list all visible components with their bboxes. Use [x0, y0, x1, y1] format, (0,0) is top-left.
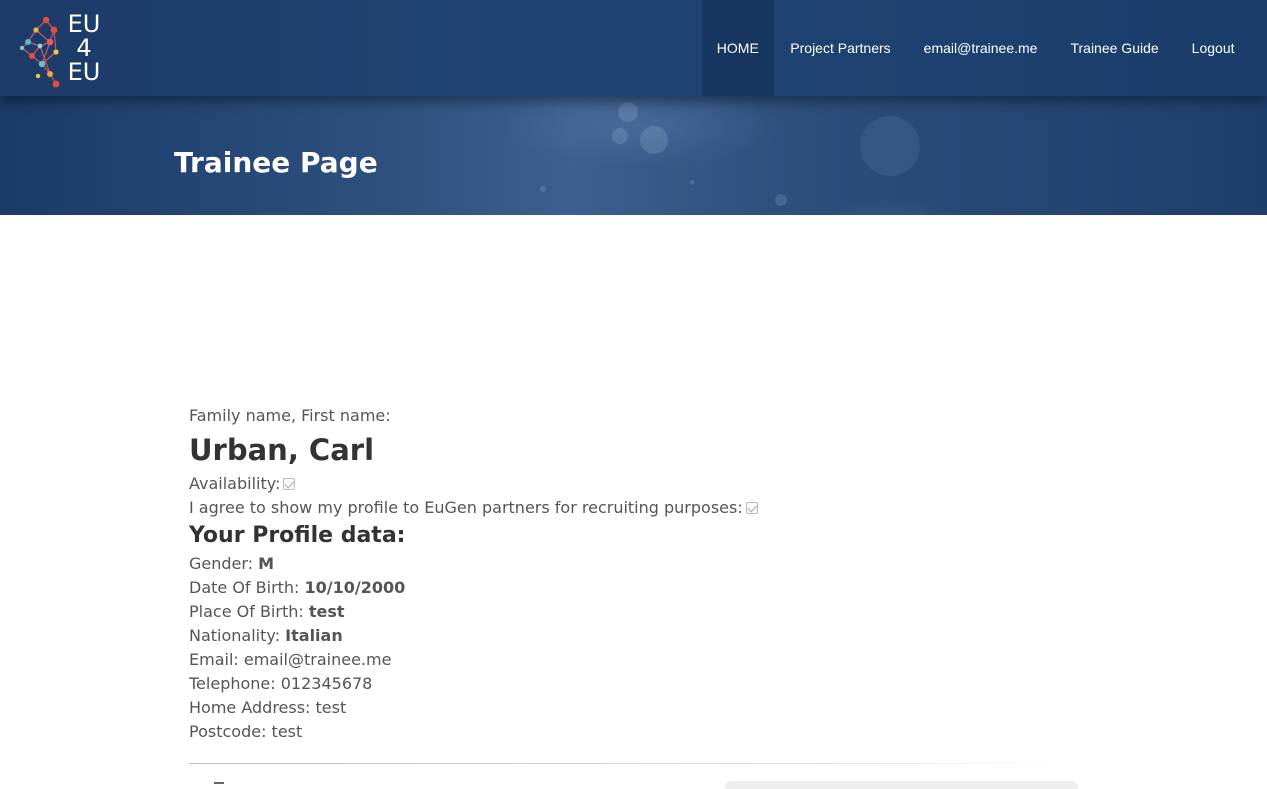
field-value: test [308, 602, 345, 621]
profile-section-title: Your Profile data: [189, 523, 406, 548]
field-value: test [315, 698, 347, 717]
field-place-of-birth: Place Of Birth: test [189, 600, 1089, 624]
bokeh-light [540, 186, 546, 192]
logo-line-2: 4 [76, 34, 92, 62]
bokeh-light [618, 102, 638, 122]
field-label: Gender: [189, 554, 259, 573]
consent-checkbox[interactable] [745, 502, 758, 514]
consent-row: I agree to show my profile to EuGen part… [189, 496, 1089, 520]
field-date-of-birth: Date Of Birth: 10/10/2000 [189, 576, 1089, 600]
availability-checkbox[interactable] [283, 478, 296, 490]
field-nationality: Nationality: Italian [189, 624, 1089, 648]
profile-content: Family name, First name: Urban, Carl Ava… [189, 404, 1089, 744]
nav-logout[interactable]: Logout [1175, 0, 1251, 96]
nav-project-partners[interactable]: Project Partners [774, 0, 907, 96]
section-divider [189, 763, 1069, 764]
side-panel [725, 781, 1078, 789]
field-label: Nationality: [189, 626, 286, 645]
bokeh-light [690, 180, 695, 185]
nav-trainee-guide[interactable]: Trainee Guide [1054, 0, 1175, 96]
logo-line-3: EU [67, 58, 101, 86]
field-gender: Gender: M [189, 552, 1089, 576]
page-hero-banner: Trainee Page [0, 96, 1267, 215]
trainee-name: Urban, Carl [189, 433, 375, 467]
field-label: Email: [189, 650, 244, 669]
field-value: 10/10/2000 [304, 578, 406, 597]
nav-account-email[interactable]: email@trainee.me [907, 0, 1054, 96]
field-telephone: Telephone: 012345678 [189, 672, 1089, 696]
availability-label: Availability: [189, 474, 281, 493]
field-label: Home Address: [189, 698, 316, 717]
nav-home[interactable]: HOME [701, 0, 774, 96]
field-postcode: Postcode: test [189, 720, 1089, 744]
field-value: M [258, 554, 275, 573]
logo-line-1: EU [67, 10, 101, 38]
field-label: Date Of Birth: [189, 578, 305, 597]
bokeh-light [612, 128, 628, 144]
field-value: email@trainee.me [243, 650, 392, 669]
field-value: test [271, 722, 303, 741]
bokeh-light [640, 126, 668, 154]
field-label: Postcode: [189, 722, 272, 741]
field-label: Telephone: [189, 674, 281, 693]
field-value: 012345678 [280, 674, 373, 693]
field-email: Email: email@trainee.me [189, 648, 1089, 672]
field-label: Place Of Birth: [189, 602, 309, 621]
site-header: EU 4 EU HOME Project Partners email@trai… [0, 0, 1267, 96]
cut-off-text [214, 782, 224, 789]
consent-label: I agree to show my profile to EuGen part… [189, 498, 743, 517]
name-label: Family name, First name: [189, 406, 391, 425]
page-title: Trainee Page [174, 146, 378, 179]
availability-row: Availability: [189, 472, 1089, 496]
bokeh-light [860, 116, 920, 176]
main-nav: HOME Project Partners email@trainee.me T… [701, 0, 1251, 96]
field-home-address: Home Address: test [189, 696, 1089, 720]
bokeh-light [775, 194, 787, 206]
logo-text: EU 4 EU [62, 12, 106, 84]
field-value: Italian [285, 626, 343, 645]
